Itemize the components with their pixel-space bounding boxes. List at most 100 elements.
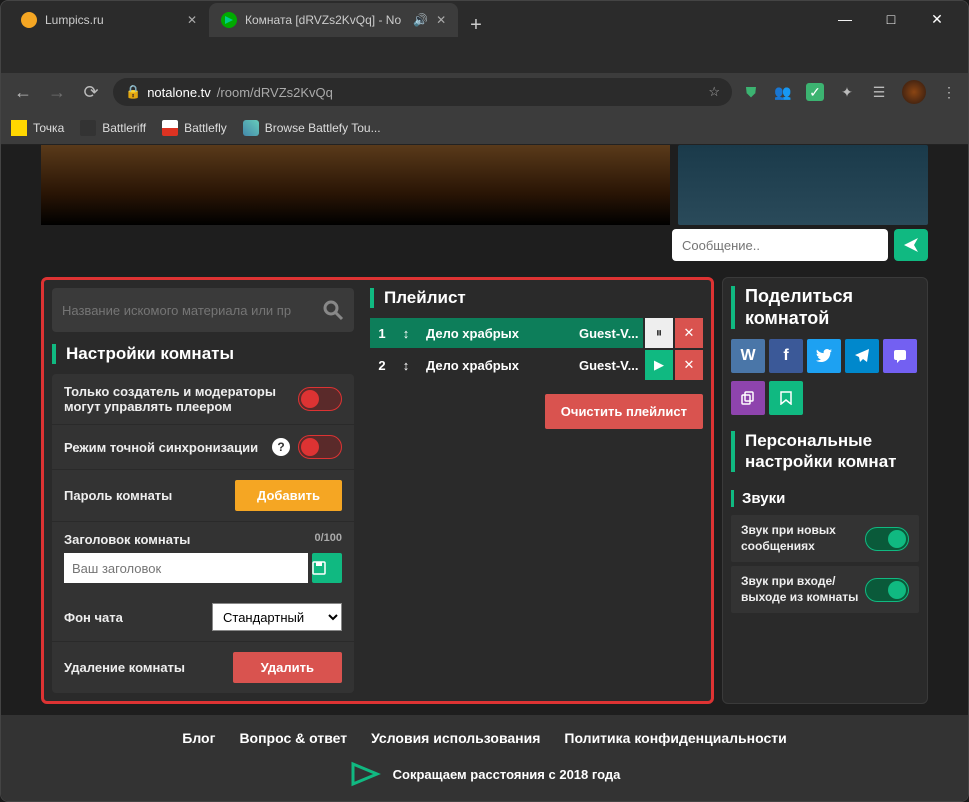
reload-button[interactable]: ⟳ (79, 82, 103, 103)
remove-item-button[interactable]: ✕ (675, 318, 703, 348)
delete-room-button[interactable]: Удалить (233, 652, 342, 683)
forward-button[interactable]: → (45, 82, 69, 103)
setting-label: Только создатель и модераторы могут упра… (64, 384, 290, 414)
bookmark-label: Battlefly (184, 121, 227, 135)
browser-tab-notalone[interactable]: Комната [dRVZs2KvQq] - No 🔊 ✕ (209, 3, 458, 37)
highlighted-panel: Настройки комнаты Только создатель и мод… (41, 277, 714, 704)
add-password-button[interactable]: Добавить (235, 480, 342, 511)
copy-link-button[interactable] (731, 381, 765, 415)
browser-tabs: Lumpics.ru ✕ Комната [dRVZs2KvQq] - No 🔊… (1, 1, 968, 37)
save-title-button[interactable] (312, 553, 342, 583)
bookmark-button[interactable] (769, 381, 803, 415)
settings-title: Настройки комнаты (52, 344, 354, 364)
playlist-track-title[interactable]: Дело храбрых (418, 318, 575, 348)
share-twitter-button[interactable] (807, 339, 841, 373)
search-box[interactable] (52, 288, 354, 332)
extensions-icon[interactable]: ✦ (838, 83, 856, 101)
footer-link[interactable]: Блог (182, 730, 215, 746)
share-vk-button[interactable]: W (731, 339, 765, 373)
search-input[interactable] (62, 303, 322, 318)
audio-icon[interactable]: 🔊 (413, 13, 428, 27)
maximize-button[interactable]: □ (868, 4, 914, 34)
bookmark-item[interactable]: Battleriff (80, 120, 146, 136)
room-title-input[interactable] (64, 553, 308, 583)
minimize-button[interactable]: — (822, 4, 868, 34)
back-button[interactable]: ← (11, 82, 35, 103)
toolbar-icons: ⛊ 👥 ✓ ✦ ☰ ⋮ (742, 80, 958, 104)
bookmark-item[interactable]: Battlefly (162, 120, 227, 136)
sound-enter-exit-row: Звук при входе/выходе из комнаты (731, 566, 919, 613)
browser-tab-lumpics[interactable]: Lumpics.ru ✕ (9, 3, 209, 37)
share-viber-button[interactable] (883, 339, 917, 373)
video-player[interactable] (41, 145, 670, 225)
bookmark-label: Browse Battlefy Tou... (265, 121, 381, 135)
close-window-button[interactable]: ✕ (914, 4, 960, 34)
footer-link[interactable]: Политика конфиденциальности (564, 730, 786, 746)
drag-handle-icon[interactable]: ↕ (394, 350, 418, 380)
toggle-sound-enter[interactable] (865, 578, 909, 602)
playlist-track-title[interactable]: Дело храбрых (418, 350, 575, 380)
site-icon (243, 120, 259, 136)
tab-title: Комната [dRVZs2KvQq] - No (245, 13, 401, 27)
chat-bg-select[interactable]: Стандартный (212, 603, 342, 631)
shield-icon[interactable]: ⛊ (742, 83, 760, 101)
bookmark-item[interactable]: Точка (11, 120, 64, 136)
browser-window: Lumpics.ru ✕ Комната [dRVZs2KvQq] - No 🔊… (0, 0, 969, 802)
video-area (1, 145, 968, 225)
setting-room-title: Заголовок комнаты 0/100 (52, 522, 354, 593)
pause-button[interactable]: ⏸ (645, 318, 673, 348)
drag-handle-icon[interactable]: ↕ (394, 318, 418, 348)
tab-title: Lumpics.ru (45, 13, 104, 27)
bookmark-label: Точка (33, 121, 64, 135)
setting-label: Фон чата (64, 610, 204, 625)
star-icon[interactable]: ☆ (708, 84, 720, 100)
url-domain: notalone.tv (147, 85, 211, 100)
help-icon[interactable]: ? (272, 438, 290, 456)
sound-new-msg-row: Звук при новых сообщениях (731, 515, 919, 562)
side-thumbnail[interactable] (678, 145, 928, 225)
main-panels: Настройки комнаты Только создатель и мод… (1, 269, 968, 712)
settings-column: Настройки комнаты Только создатель и мод… (52, 288, 362, 693)
playlist-column: Плейлист 1 ↕ Дело храбрых Guest-V... ⏸ ✕… (362, 288, 703, 693)
chat-message-input[interactable] (672, 229, 888, 261)
personal-settings-title: Персональные настройки комнат (731, 431, 919, 472)
address-bar-row: ← → ⟳ 🔒 notalone.tv/room/dRVZs2KvQq ☆ ⛊ … (1, 73, 968, 111)
bookmarks-bar: Точка Battleriff Battlefly Browse Battle… (1, 111, 968, 145)
folder-icon (11, 120, 27, 136)
people-icon[interactable]: 👥 (774, 83, 792, 101)
send-button[interactable] (894, 229, 928, 261)
reading-list-icon[interactable]: ☰ (870, 83, 888, 101)
toggle-moderator[interactable] (298, 387, 342, 411)
remove-item-button[interactable]: ✕ (675, 350, 703, 380)
setting-chat-bg: Фон чата Стандартный (52, 593, 354, 642)
tagline-text: Сокращаем расстояния с 2018 года (393, 767, 621, 782)
url-path: /room/dRVZs2KvQq (217, 85, 333, 100)
share-telegram-button[interactable] (845, 339, 879, 373)
share-buttons-2 (731, 381, 919, 415)
close-tab-icon[interactable]: ✕ (436, 13, 446, 27)
playlist-item: 2 ↕ Дело храбрых Guest-V... ▶ ✕ (370, 350, 703, 380)
checkmark-icon[interactable]: ✓ (806, 83, 824, 101)
page-footer: Блог Вопрос & ответ Условия использовани… (1, 715, 968, 802)
play-button[interactable]: ▶ (645, 350, 673, 380)
chat-input-row (1, 225, 968, 269)
new-tab-button[interactable]: + (458, 14, 494, 37)
close-tab-icon[interactable]: ✕ (187, 13, 197, 27)
address-bar[interactable]: 🔒 notalone.tv/room/dRVZs2KvQq ☆ (113, 78, 732, 106)
site-icon (162, 120, 178, 136)
playlist-user: Guest-V... (575, 350, 643, 380)
share-facebook-button[interactable]: f (769, 339, 803, 373)
playlist-title: Плейлист (370, 288, 703, 308)
search-icon[interactable] (322, 299, 344, 321)
footer-link[interactable]: Условия использования (371, 730, 540, 746)
playlist-item: 1 ↕ Дело храбрых Guest-V... ⏸ ✕ (370, 318, 703, 348)
toggle-sound-msg[interactable] (865, 527, 909, 551)
logo-icon (349, 760, 383, 788)
bookmark-item[interactable]: Browse Battlefy Tou... (243, 120, 381, 136)
footer-link[interactable]: Вопрос & ответ (239, 730, 347, 746)
profile-avatar[interactable] (902, 80, 926, 104)
toggle-sync[interactable] (298, 435, 342, 459)
clear-playlist-button[interactable]: Очистить плейлист (545, 394, 703, 429)
menu-icon[interactable]: ⋮ (940, 83, 958, 101)
sound-label: Звук при входе/выходе из комнаты (741, 574, 865, 605)
